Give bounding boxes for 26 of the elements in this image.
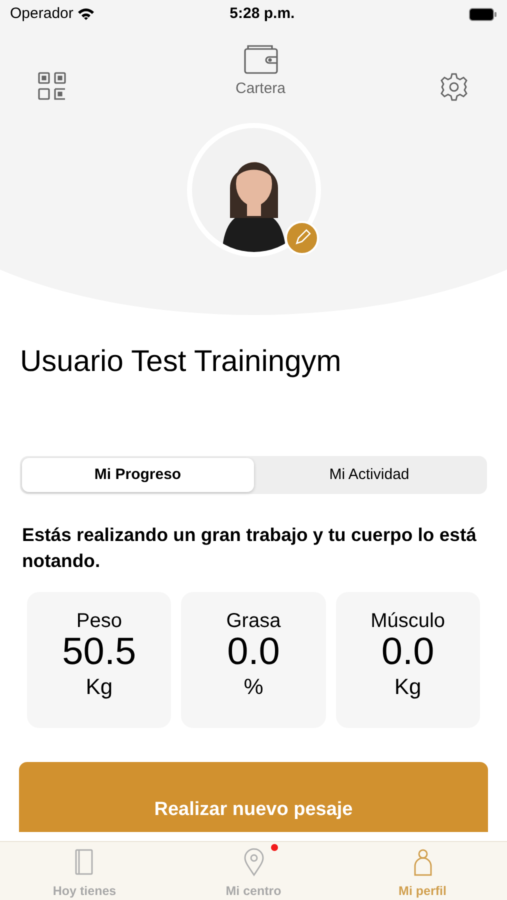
metric-label: Músculo <box>370 610 446 632</box>
tab-bar-item[interactable]: Mi perfil <box>338 842 507 900</box>
wallet-icon <box>244 44 278 74</box>
metric-unit: % <box>244 674 264 699</box>
segment-tab[interactable]: Mi Progreso <box>22 458 254 492</box>
settings-icon[interactable] <box>439 72 469 102</box>
metric-unit: Kg <box>86 674 113 699</box>
wifi-icon <box>77 7 96 21</box>
battery-icon <box>469 8 497 20</box>
user-name: Usuario Test Trainingym <box>20 344 342 380</box>
metric-unit: Kg <box>394 674 422 699</box>
metric-value: 0.0 <box>381 630 434 673</box>
metric-label: Grasa <box>226 610 281 632</box>
segment-tab[interactable]: Mi Actividad <box>254 458 485 492</box>
metric-value: 0.0 <box>227 630 280 673</box>
tab-bar-item[interactable]: Hoy tienes <box>0 842 169 900</box>
pencil-icon[interactable] <box>284 221 318 255</box>
new-weighing-button[interactable]: Realizar nuevo pesaje <box>19 762 488 832</box>
metric-label: Peso <box>76 610 122 632</box>
carrier-label: Operador <box>10 4 74 24</box>
qr-code-icon[interactable] <box>38 72 66 100</box>
progress-message: Estás realizando un gran trabajo y tu cuerpo lo está notando. <box>22 523 477 573</box>
tab-bar-item[interactable]: Mi centro <box>169 842 338 900</box>
metric-value: 50.5 <box>62 630 136 673</box>
clock-label: 5:28 p.m. <box>230 4 295 24</box>
wallet-button[interactable]: Cartera <box>235 44 286 100</box>
